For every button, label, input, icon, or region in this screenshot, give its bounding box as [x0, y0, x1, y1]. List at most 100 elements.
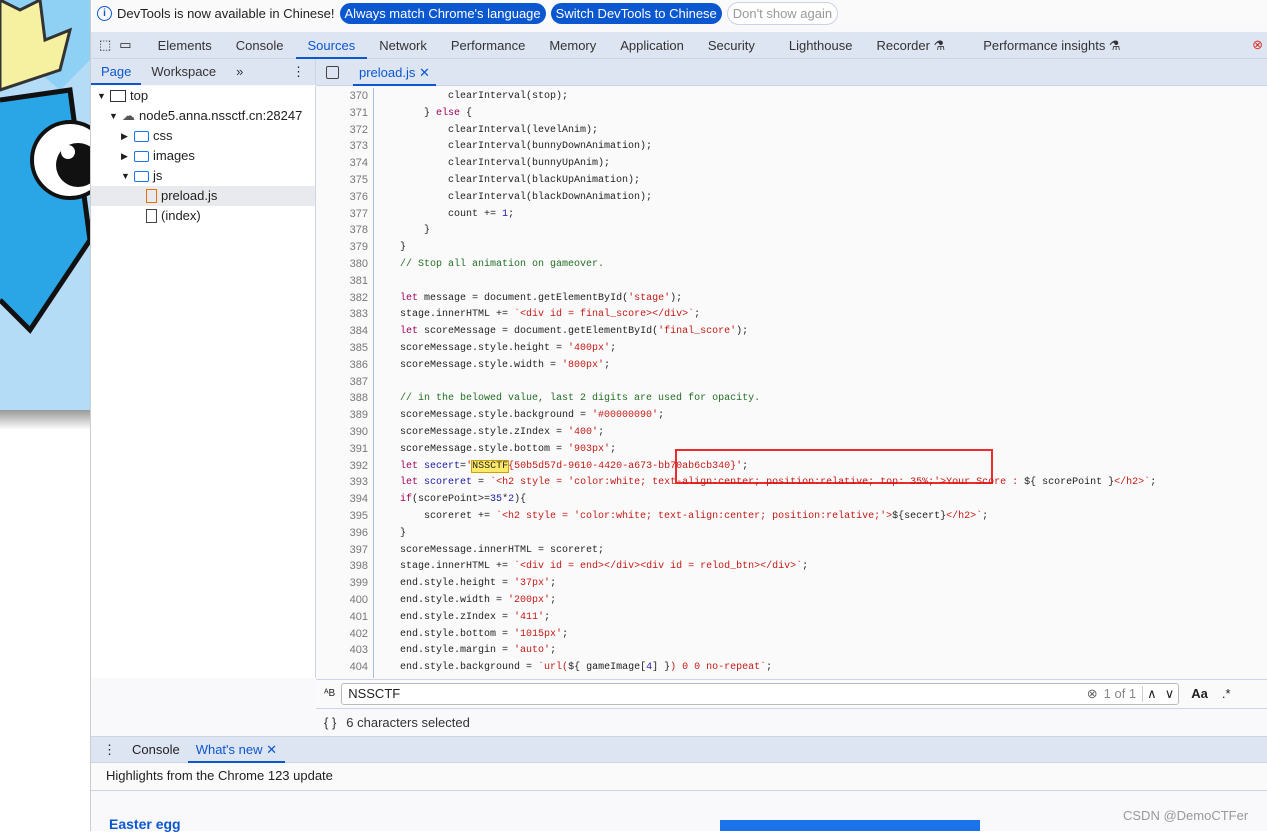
frame-icon	[110, 90, 126, 102]
more-tabs-button[interactable]: »	[226, 59, 253, 85]
editor-tab-preload-js[interactable]: preload.js ✕	[353, 59, 436, 86]
tab-sources[interactable]: Sources	[295, 32, 368, 59]
code-token: (scorePoint>=	[412, 494, 491, 506]
replace-toggle-icon[interactable]: ᴬB	[324, 688, 335, 699]
tab-performance[interactable]: Performance	[439, 32, 537, 59]
code-token: clearInterval(blackDownAnimation);	[400, 191, 653, 203]
line-number: 397	[349, 543, 368, 556]
close-drawer-tab-icon[interactable]: ✕	[266, 742, 277, 757]
expand-arrow-icon[interactable]: ▼	[121, 166, 130, 186]
code-token: );	[670, 292, 683, 304]
tree-node[interactable]: ▶ css	[91, 126, 315, 146]
code-editor[interactable]: 370 clearInterval(stop); 371 } else {372 …	[316, 88, 1267, 678]
code-token: ${ scorePoint }	[1024, 477, 1115, 489]
pretty-print-icon[interactable]: { }	[324, 715, 336, 730]
previous-match-icon[interactable]: ∧	[1142, 685, 1161, 702]
close-tab-icon[interactable]: ✕	[419, 65, 430, 80]
inspect-element-icon[interactable]: ⬚	[91, 37, 117, 53]
code-token: let	[400, 292, 419, 304]
code-token: '400px'	[568, 343, 611, 354]
expand-arrow-icon[interactable]: ▶	[121, 146, 130, 166]
switch-to-chinese-button[interactable]: Switch DevTools to Chinese	[550, 2, 722, 24]
code-line: clearInterval(levelAnim);	[376, 125, 598, 136]
code-token: {50b5d57d-9610-4420-a673-bb70ab6cb340}'	[508, 460, 743, 472]
tab-security[interactable]: Security	[696, 32, 767, 59]
code-token: stage.innerHTML +=	[400, 561, 515, 573]
tab-recorder[interactable]: Recorder ⚗	[864, 32, 957, 59]
code-line: clearInterval(stop);	[376, 91, 568, 102]
code-line: let scoreMessage = document.getElementBy…	[376, 326, 748, 337]
line-number: 380	[349, 258, 368, 270]
line-number: 375	[349, 174, 368, 186]
tree-node[interactable]: ▼ js	[91, 166, 315, 186]
code-line: clearInterval(blackUpAnimation);	[376, 175, 640, 186]
tree-node[interactable]: (index)	[91, 206, 315, 226]
dont-show-again-button[interactable]: Don't show again	[726, 1, 839, 25]
always-match-language-button[interactable]: Always match Chrome's language	[339, 2, 546, 24]
search-input[interactable]: NSSCTF ⊗ 1 of 1 ∧ ∨	[341, 682, 1180, 705]
code-token: ;	[694, 309, 701, 321]
editor-status-bar: { } 6 characters selected	[316, 708, 1267, 735]
tree-node[interactable]: preload.js	[91, 186, 315, 206]
toggle-navigator-icon[interactable]	[326, 65, 339, 79]
tree-node[interactable]: ▶ images	[91, 146, 315, 166]
code-token: secert	[418, 460, 461, 472]
line-number: 385	[349, 342, 368, 354]
folder-icon	[134, 170, 149, 182]
code-token: ;	[550, 595, 557, 606]
code-token: ;	[562, 628, 569, 640]
tab-memory[interactable]: Memory	[537, 32, 608, 59]
drawer-tab-console[interactable]: Console	[124, 736, 188, 763]
code-token: =	[472, 477, 491, 489]
expand-arrow-icon[interactable]: ▼	[109, 106, 118, 126]
code-line: scoreMessage.innerHTML = scoreret;	[376, 545, 604, 556]
tab-elements[interactable]: Elements	[146, 32, 224, 59]
regex-button[interactable]: .*	[1222, 686, 1231, 701]
line-number: 372	[349, 123, 368, 136]
code-token: else	[436, 107, 461, 119]
gutter-divider	[373, 88, 374, 678]
match-case-button[interactable]: Aa	[1191, 686, 1208, 701]
code-token: 'final_score'	[658, 326, 737, 338]
tab-performance-insights[interactable]: Performance insights ⚗	[957, 32, 1132, 59]
line-number: 402	[349, 627, 368, 640]
tab-application[interactable]: Application	[608, 32, 696, 59]
line-number: 388	[349, 392, 368, 405]
easter-egg-link[interactable]: Easter egg	[109, 816, 181, 832]
expand-arrow-icon[interactable]: ▼	[97, 86, 106, 106]
code-line: count += 1;	[376, 209, 514, 220]
code-token: }	[400, 225, 431, 237]
code-line: scoreMessage.style.background = '#000000…	[376, 410, 664, 421]
tab-lighthouse[interactable]: Lighthouse	[767, 32, 865, 59]
device-toolbar-icon[interactable]: ▭	[117, 37, 145, 53]
code-token: `url(	[538, 662, 569, 674]
code-line: scoreMessage.style.height = '400px';	[376, 343, 616, 354]
tree-node[interactable]: ▼ ☁ node5.anna.nssctf.cn:28247	[91, 106, 315, 126]
expand-arrow-icon[interactable]: ▶	[121, 126, 130, 146]
line-number: 377	[349, 207, 368, 220]
code-line: // Stop all animation on gameover.	[376, 259, 604, 270]
error-count-icon[interactable]: ⊗	[1252, 37, 1263, 53]
drawer-tab-whats-new[interactable]: What's new ✕	[187, 736, 286, 763]
tab-network[interactable]: Network	[367, 32, 439, 59]
more-options-icon[interactable]: ⋮	[292, 64, 305, 80]
next-match-icon[interactable]: ∨	[1161, 686, 1179, 702]
tab-workspace[interactable]: Workspace	[141, 59, 226, 85]
tree-node[interactable]: ▼ top	[91, 86, 315, 106]
drawer-menu-icon[interactable]: ⋮	[91, 742, 124, 758]
code-token: }	[400, 527, 407, 539]
clear-search-icon[interactable]: ⊗	[1087, 686, 1098, 702]
code-token: '903px'	[568, 443, 611, 455]
code-line: scoreret += `<h2 style = 'color:white; t…	[376, 511, 988, 522]
tab-console[interactable]: Console	[224, 32, 296, 59]
selection-status: 6 characters selected	[346, 714, 470, 730]
tree-node-label: images	[153, 148, 195, 163]
editor-tab-label: preload.js	[359, 64, 416, 80]
code-token: end.style.zIndex =	[400, 611, 515, 623]
code-token: ;	[508, 208, 515, 220]
code-token: ) 0 0 no-repeat`	[670, 662, 767, 674]
code-token: if	[400, 494, 413, 506]
tab-page[interactable]: Page	[91, 59, 142, 85]
code-token: clearInterval(bunnyUpAnim);	[400, 158, 611, 170]
folder-icon	[134, 130, 149, 142]
